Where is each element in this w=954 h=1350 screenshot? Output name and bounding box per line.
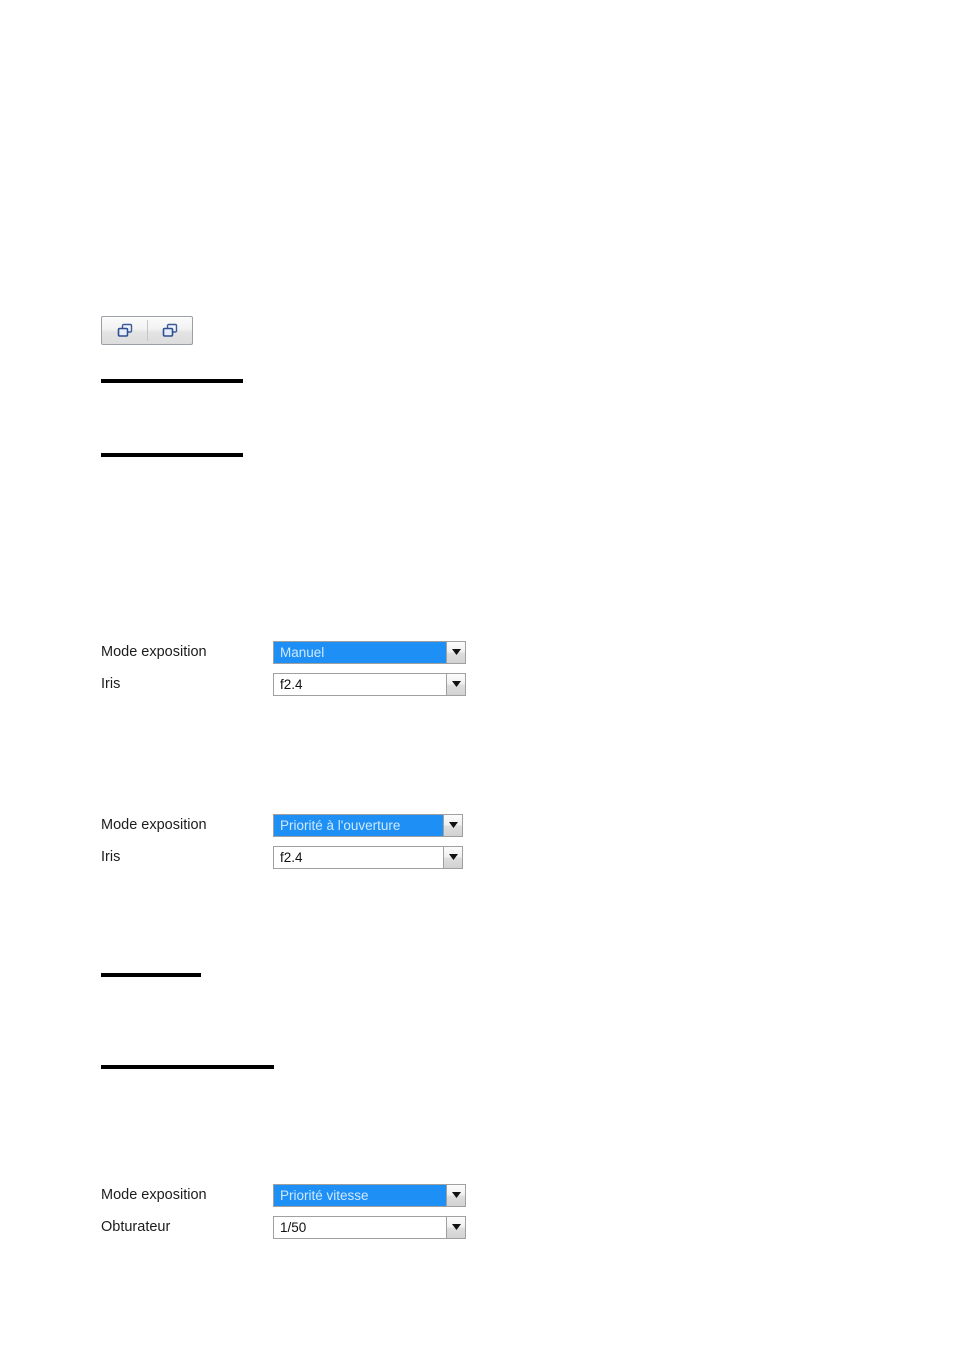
chevron-down-icon[interactable] xyxy=(446,1184,465,1206)
mode-exposition-select[interactable]: Priorité vitesse xyxy=(273,1183,466,1207)
toolbar xyxy=(101,316,193,345)
duplicate-window-button-2[interactable] xyxy=(147,317,192,344)
mode-exposition-select[interactable]: Manuel xyxy=(273,640,466,664)
duplicate-window-icon xyxy=(161,323,179,339)
mode-exposition-value: Manuel xyxy=(274,641,446,663)
section-rule xyxy=(101,379,243,383)
mode-exposition-label: Mode exposition xyxy=(101,643,207,660)
obturateur-select[interactable]: 1/50 xyxy=(273,1215,466,1239)
obturateur-value: 1/50 xyxy=(274,1216,446,1238)
form-row: Obturateur 1/50 xyxy=(101,1211,466,1243)
section-rule xyxy=(101,973,201,977)
mode-exposition-value: Priorité vitesse xyxy=(274,1184,446,1206)
form-row: Mode exposition Manuel xyxy=(101,636,466,668)
mode-exposition-select[interactable]: Priorité à l'ouverture xyxy=(273,813,463,837)
form-row: Iris f2.4 xyxy=(101,841,463,873)
mode-exposition-value: Priorité à l'ouverture xyxy=(274,814,443,836)
form-group-exposure-aperture-priority: Mode exposition Priorité à l'ouverture I… xyxy=(101,809,463,873)
form-group-exposure-manual: Mode exposition Manuel Iris f2.4 xyxy=(101,636,466,700)
document-page: Mode exposition Manuel Iris f2.4 Mode ex… xyxy=(0,0,954,1350)
form-row: Mode exposition Priorité à l'ouverture xyxy=(101,809,463,841)
form-row: Iris f2.4 xyxy=(101,668,466,700)
obturateur-label: Obturateur xyxy=(101,1218,171,1235)
iris-select[interactable]: f2.4 xyxy=(273,845,463,869)
iris-label: Iris xyxy=(101,848,121,865)
iris-value: f2.4 xyxy=(274,673,446,695)
section-rule xyxy=(101,453,243,457)
iris-label: Iris xyxy=(101,675,121,692)
form-row: Mode exposition Priorité vitesse xyxy=(101,1179,466,1211)
chevron-down-icon[interactable] xyxy=(443,846,462,868)
duplicate-window-icon xyxy=(116,323,134,339)
mode-exposition-label: Mode exposition xyxy=(101,816,207,833)
chevron-down-icon[interactable] xyxy=(446,673,465,695)
iris-select[interactable]: f2.4 xyxy=(273,672,466,696)
iris-value: f2.4 xyxy=(274,846,443,868)
chevron-down-icon[interactable] xyxy=(443,814,462,836)
mode-exposition-label: Mode exposition xyxy=(101,1186,207,1203)
section-rule xyxy=(101,1065,274,1069)
form-group-exposure-shutter-priority: Mode exposition Priorité vitesse Obturat… xyxy=(101,1179,466,1243)
duplicate-window-button-1[interactable] xyxy=(102,317,147,344)
chevron-down-icon[interactable] xyxy=(446,641,465,663)
chevron-down-icon[interactable] xyxy=(446,1216,465,1238)
